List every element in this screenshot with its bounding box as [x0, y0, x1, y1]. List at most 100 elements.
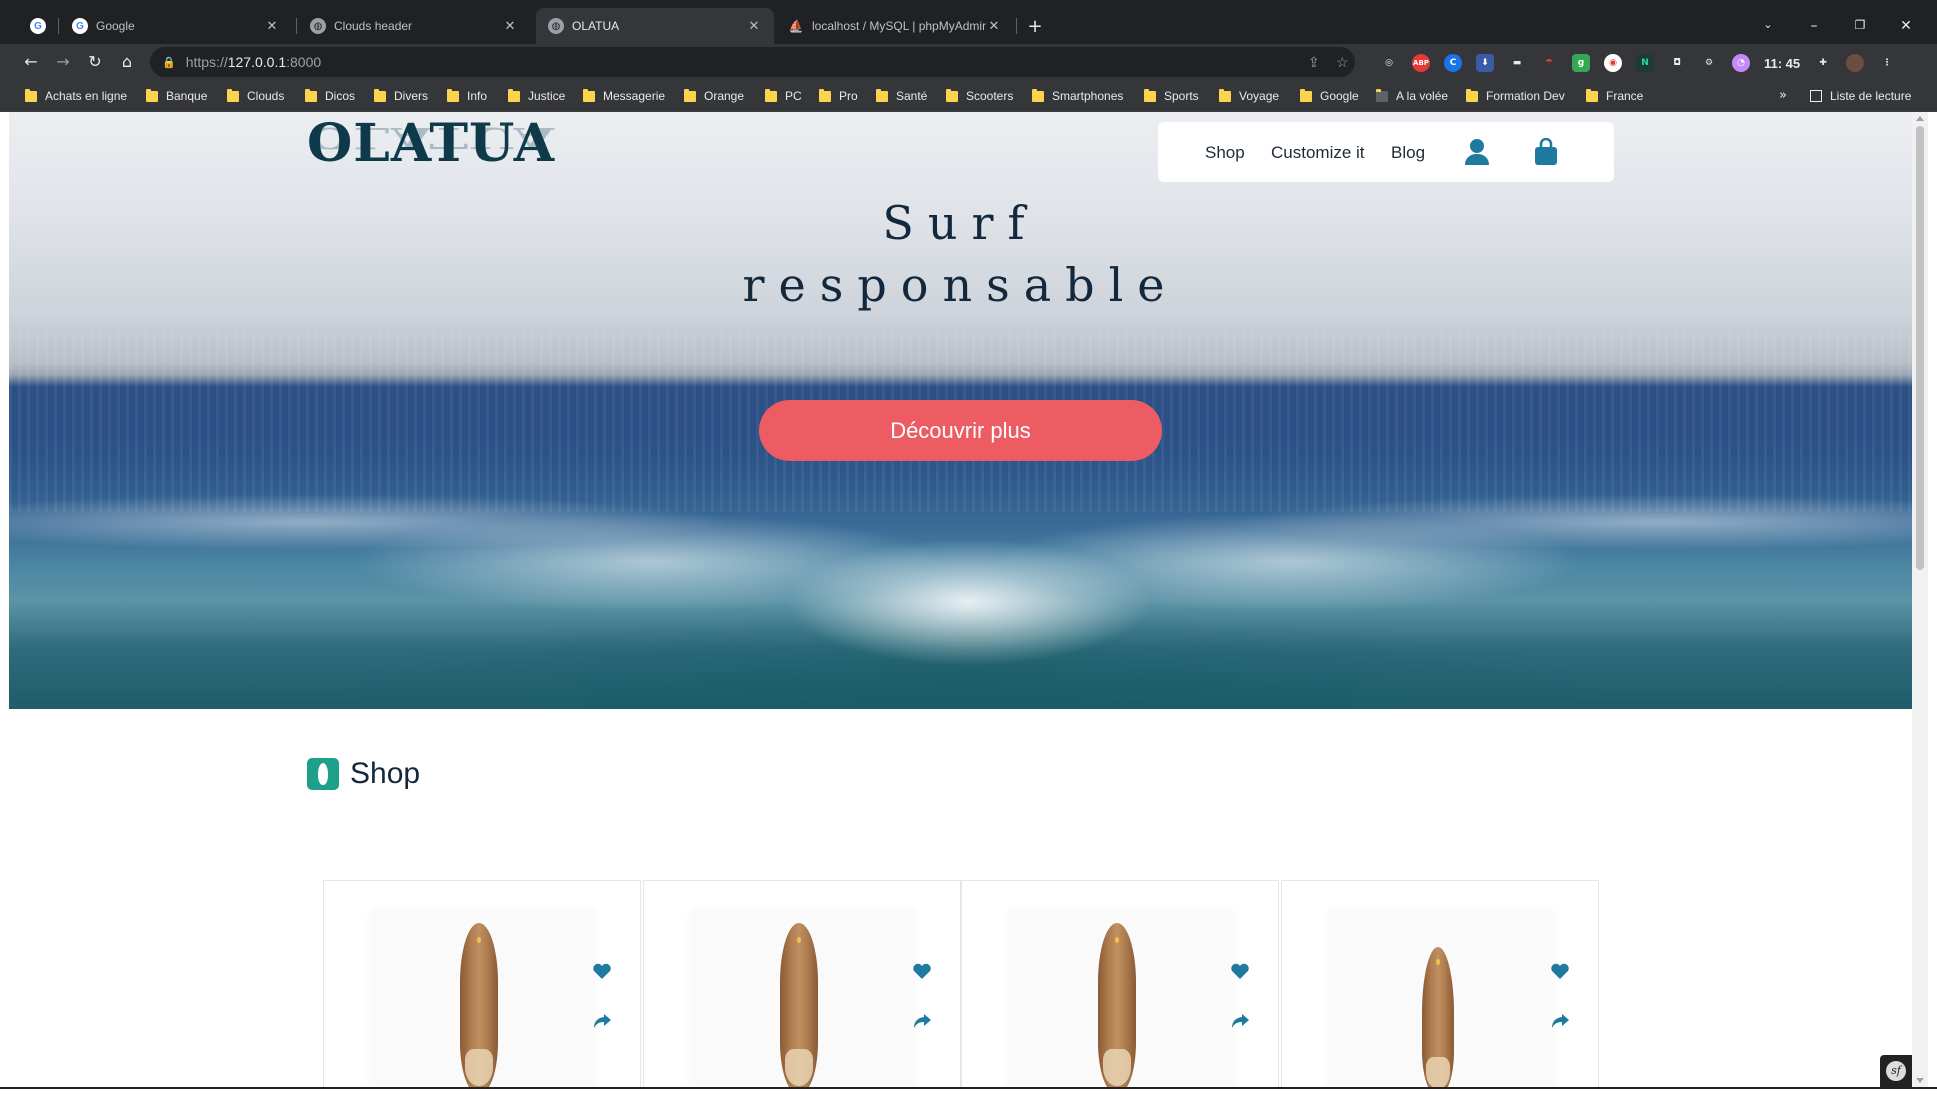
bookmark-folder[interactable]: Banque [146, 80, 207, 112]
bookmark-folder[interactable]: Messagerie [583, 80, 665, 112]
folder-icon [1144, 88, 1156, 102]
tab-clouds-header[interactable]: ◍ Clouds header ✕ [298, 8, 530, 44]
scrollbar-thumb[interactable] [1916, 126, 1924, 570]
nav-blog-link[interactable]: Blog [1391, 143, 1425, 163]
product-card[interactable] [323, 880, 641, 1087]
hero-title: Surf responsable [9, 192, 1912, 316]
lock-icon[interactable]: 🔒 [162, 56, 176, 69]
wave-spray [9, 452, 1912, 709]
extension-hat-icon[interactable]: ▬ [1508, 54, 1526, 72]
bookmark-folder[interactable]: PC [765, 80, 802, 112]
close-icon[interactable]: ✕ [264, 18, 280, 34]
bookmark-folder[interactable]: Orange [684, 80, 744, 112]
bookmark-folder[interactable]: Voyage [1219, 80, 1279, 112]
reload-icon[interactable]: ↻ [85, 52, 105, 72]
share-icon[interactable] [1550, 1011, 1570, 1031]
heart-icon[interactable] [1230, 961, 1250, 981]
bookmark-folder[interactable]: Santé [876, 80, 927, 112]
product-card[interactable] [961, 880, 1279, 1087]
share-icon[interactable] [592, 1011, 612, 1031]
restore-icon[interactable]: ❐ [1850, 18, 1870, 32]
bookmark-folder[interactable]: Clouds [227, 80, 284, 112]
heart-icon[interactable] [1550, 961, 1570, 981]
extension-n-icon[interactable]: N [1636, 54, 1654, 72]
nav-shop-link[interactable]: Shop [1205, 143, 1245, 163]
page-scrollbar[interactable] [1912, 112, 1928, 1087]
camera-icon[interactable]: ◘ [1668, 54, 1686, 72]
heart-icon[interactable] [912, 961, 932, 981]
bookmark-folder[interactable]: Pro [819, 80, 858, 112]
folder-icon [684, 88, 696, 102]
home-icon[interactable]: ⌂ [117, 52, 137, 72]
product-image[interactable] [692, 909, 931, 1087]
forward-icon[interactable]: → [53, 52, 73, 72]
reading-list-button[interactable]: Liste de lecture [1810, 80, 1911, 112]
product-image[interactable] [1330, 909, 1569, 1087]
site-logo[interactable]: OLATUA OLATUA [307, 114, 555, 184]
clock-extension[interactable]: 11: 45 [1764, 56, 1800, 71]
bookmark-folder[interactable]: Info [447, 80, 487, 112]
product-card[interactable] [1281, 880, 1599, 1087]
extension-glasses-icon[interactable]: ◎ [1380, 54, 1398, 72]
share-page-icon[interactable]: ⇪ [1308, 54, 1320, 71]
close-icon[interactable]: ✕ [502, 18, 518, 34]
scroll-down-arrow-icon[interactable] [1916, 1078, 1924, 1083]
url-scheme: https:// [185, 54, 228, 70]
extension-color-icon[interactable]: ◉ [1604, 54, 1622, 72]
discover-more-button[interactable]: Découvrir plus [759, 400, 1162, 461]
bookmark-folder[interactable]: Scooters [946, 80, 1013, 112]
bookmark-folder[interactable]: Dicos [305, 80, 355, 112]
bookmark-folder[interactable]: Achats en ligne [25, 80, 127, 112]
share-icon[interactable] [912, 1011, 932, 1031]
bookmark-folder[interactable]: Formation Dev [1466, 80, 1565, 112]
bookmark-folder[interactable]: Google [1300, 80, 1359, 112]
bookmark-folder[interactable]: Sports [1144, 80, 1199, 112]
close-window-icon[interactable]: ✕ [1896, 18, 1916, 34]
nav-customize-link[interactable]: Customize it [1271, 143, 1365, 163]
extension-c-icon[interactable]: C [1444, 54, 1462, 72]
close-icon[interactable]: ✕ [746, 18, 762, 34]
profile-avatar[interactable] [1846, 54, 1865, 72]
globe-icon: ◍ [310, 18, 326, 34]
share-icon[interactable] [1230, 1011, 1250, 1031]
tab-phpmyadmin[interactable]: ⛵ localhost / MySQL | phpMyAdmin ✕ [776, 8, 1014, 44]
bookmark-star-icon[interactable]: ☆ [1336, 54, 1349, 71]
pinned-tab-google[interactable]: G [22, 8, 54, 44]
minimize-icon[interactable]: – [1804, 18, 1824, 34]
shopping-bag-icon[interactable] [1534, 137, 1558, 171]
product-card[interactable] [643, 880, 961, 1087]
product-image[interactable] [1010, 909, 1249, 1087]
tab-search-icon[interactable]: ⌄ [1758, 18, 1778, 31]
close-icon[interactable]: ✕ [986, 18, 1002, 34]
scroll-up-arrow-icon[interactable] [1916, 116, 1924, 121]
adblock-icon[interactable]: ABP [1412, 54, 1430, 72]
tab-olatua[interactable]: ◍ OLATUA ✕ [536, 8, 774, 44]
heart-icon[interactable] [592, 961, 612, 981]
bookmark-folder[interactable]: Divers [374, 80, 428, 112]
extension-gear-icon[interactable]: ⚙ [1700, 54, 1718, 72]
address-bar[interactable]: 🔒 https:// 127.0.0.1 :8000 ⇪ ☆ [150, 47, 1355, 77]
extensions-puzzle-icon[interactable]: ✚ [1814, 54, 1833, 72]
bookmark-link[interactable]: A la volée [1376, 80, 1448, 112]
browser-menu-icon[interactable]: ⋮ [1878, 54, 1897, 72]
bookmark-label: Messagerie [603, 89, 666, 103]
user-icon[interactable] [1464, 138, 1490, 171]
bookmark-folder[interactable]: France [1586, 80, 1643, 112]
extension-clock-icon[interactable]: ◔ [1732, 54, 1750, 72]
main-navigation: Shop Customize it Blog [1158, 122, 1614, 182]
bookmark-label: Sports [1164, 89, 1199, 103]
new-tab-button[interactable]: + [1024, 17, 1046, 39]
symfony-toolbar-button[interactable]: sf [1880, 1055, 1912, 1087]
back-icon[interactable]: ← [21, 52, 41, 72]
extension-google-icon[interactable]: g [1572, 54, 1590, 72]
more-bookmarks-button[interactable]: » [1779, 88, 1787, 103]
product-grid [323, 880, 1601, 1087]
extension-download-icon[interactable]: ⬇ [1476, 54, 1494, 72]
tab-google[interactable]: G Google ✕ [60, 8, 292, 44]
bookmark-folder[interactable]: Justice [508, 80, 565, 112]
bookmark-label: Dicos [325, 89, 356, 103]
extension-umbrella-icon[interactable]: ☂ [1540, 54, 1558, 72]
bookmark-folder[interactable]: Smartphones [1032, 80, 1123, 112]
surfboard-icon [307, 758, 339, 790]
product-image[interactable] [372, 909, 611, 1087]
